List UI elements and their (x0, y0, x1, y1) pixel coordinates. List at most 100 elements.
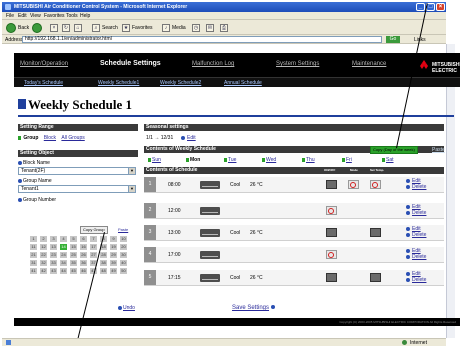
group-number-cell[interactable]: 19 (110, 244, 117, 250)
history-icon[interactable]: ◷ (192, 24, 200, 32)
forward-arrow-icon[interactable] (32, 23, 42, 33)
group-number-cell[interactable]: 13 (50, 244, 57, 250)
media-icon[interactable]: ♪ (162, 24, 170, 32)
address-input[interactable]: http://192.168.1.1/en/administrator.html (22, 36, 382, 43)
media-label[interactable]: Media (172, 25, 186, 31)
group-number-cell[interactable]: 28 (100, 252, 107, 258)
tab-annual-schedule[interactable]: Annual Schedule (224, 80, 262, 86)
group-number-cell[interactable]: 39 (110, 260, 117, 266)
group-number-cell[interactable]: 49 (110, 268, 117, 274)
group-number-cell[interactable]: 41 (30, 268, 37, 274)
group-number-cell[interactable]: 23 (50, 252, 57, 258)
group-number-cell[interactable]: 32 (40, 260, 47, 266)
group-number-cell[interactable]: 33 (50, 260, 57, 266)
group-number-cell[interactable]: 40 (120, 260, 127, 266)
nav-maintenance[interactable]: Maintenance (352, 61, 386, 67)
search-label[interactable]: Search (102, 25, 118, 31)
chevron-down-icon[interactable]: ▼ (128, 168, 135, 174)
group-number-cell[interactable]: 22 (40, 252, 47, 258)
group-number-cell[interactable]: 43 (50, 268, 57, 274)
group-number-cell[interactable]: 24 (60, 252, 67, 258)
tab-thu[interactable]: Thu (302, 157, 315, 163)
group-number-cell[interactable]: 16 (80, 244, 87, 250)
range-group[interactable]: Group (23, 135, 38, 141)
tab-weekly-schedule2[interactable]: Weekly Schedule2 (160, 80, 201, 86)
group-number-cell[interactable]: 14 (60, 244, 67, 250)
group-number-cell[interactable]: 26 (80, 252, 87, 258)
tab-fri[interactable]: Fri (342, 157, 352, 163)
nav-schedule-settings[interactable]: Schedule Settings (100, 60, 161, 67)
group-number-cell[interactable]: 6 (80, 236, 87, 242)
delete-link[interactable]: Delete (412, 232, 426, 238)
group-name-select[interactable]: Tenant1 ▼ (18, 185, 136, 193)
favorites-label[interactable]: Favorites (132, 25, 153, 31)
group-number-cell[interactable]: 21 (30, 252, 37, 258)
paste-day-link[interactable]: Paste (432, 147, 445, 153)
group-number-cell[interactable]: 12 (40, 244, 47, 250)
tab-wed[interactable]: Wed (262, 157, 276, 163)
group-number-cell[interactable]: 9 (110, 236, 117, 242)
copy-day-button[interactable]: Copy (Day of the week) (370, 146, 418, 154)
group-number-cell[interactable]: 1 (30, 236, 37, 242)
group-number-cell[interactable]: 11 (30, 244, 37, 250)
group-number-cell[interactable]: 30 (120, 252, 127, 258)
stop-icon[interactable]: × (50, 24, 58, 32)
page-scrollbar[interactable] (446, 44, 455, 338)
group-number-cell[interactable]: 31 (30, 260, 37, 266)
group-number-cell[interactable]: 50 (120, 268, 127, 274)
group-number-cell[interactable]: 34 (60, 260, 67, 266)
tab-sat[interactable]: Sat (382, 157, 394, 163)
group-number-cell[interactable]: 48 (100, 268, 107, 274)
tab-todays-schedule[interactable]: Today's Schedule (24, 80, 63, 86)
nav-monitor-operation[interactable]: Monitor/Operation (20, 61, 68, 67)
group-number-cell[interactable]: 5 (70, 236, 77, 242)
menu-tools[interactable]: Tools (66, 13, 78, 19)
range-all-groups[interactable]: All Groups (61, 135, 84, 141)
group-number-cell[interactable]: 29 (110, 252, 117, 258)
seasonal-edit-link[interactable]: Edit (187, 135, 196, 141)
nav-malfunction-log[interactable]: Malfunction Log (192, 61, 234, 67)
back-label[interactable]: Back (18, 25, 29, 31)
group-number-cell[interactable]: 25 (70, 252, 77, 258)
go-button[interactable]: Go (386, 36, 400, 43)
group-number-cell[interactable]: 42 (40, 268, 47, 274)
group-number-cell[interactable]: 44 (60, 268, 67, 274)
group-number-cell[interactable]: 10 (120, 236, 127, 242)
group-number-cell[interactable]: 35 (70, 260, 77, 266)
group-number-cell[interactable]: 20 (120, 244, 127, 250)
delete-link[interactable]: Delete (412, 184, 426, 190)
block-name-select[interactable]: Tenant(2F) ▼ (18, 167, 136, 175)
mail-icon[interactable]: ✉ (206, 24, 214, 32)
home-icon[interactable]: ⌂ (74, 24, 82, 32)
close-button[interactable]: × (436, 3, 445, 11)
group-number-cell[interactable]: 36 (80, 260, 87, 266)
group-number-cell[interactable]: 46 (80, 268, 87, 274)
group-number-cell[interactable]: 2 (40, 236, 47, 242)
menu-favorites[interactable]: Favorites (44, 13, 65, 19)
tab-mon[interactable]: Mon (186, 157, 200, 163)
group-number-cell[interactable]: 27 (90, 252, 97, 258)
undo-link[interactable]: Undo (123, 305, 135, 311)
favorites-star-icon[interactable]: ★ (122, 24, 130, 32)
group-number-cell[interactable]: 4 (60, 236, 67, 242)
minimize-button[interactable]: _ (416, 3, 425, 11)
tab-sun[interactable]: Sun (148, 157, 161, 163)
print-icon[interactable]: ⎙ (220, 24, 228, 32)
group-number-cell[interactable]: 15 (70, 244, 77, 250)
group-number-cell[interactable]: 3 (50, 236, 57, 242)
save-action[interactable]: Save Settings (232, 305, 276, 311)
back-arrow-icon[interactable] (6, 23, 16, 33)
group-number-cell[interactable]: 7 (90, 236, 97, 242)
menu-view[interactable]: View (30, 13, 41, 19)
delete-link[interactable]: Delete (412, 254, 426, 260)
delete-link[interactable]: Delete (412, 277, 426, 283)
menu-file[interactable]: File (6, 13, 14, 19)
nav-system-settings[interactable]: System Settings (276, 61, 319, 67)
range-block[interactable]: Block (44, 135, 56, 141)
menu-edit[interactable]: Edit (18, 13, 27, 19)
group-number-cell[interactable]: 45 (70, 268, 77, 274)
group-number-cell[interactable]: 17 (90, 244, 97, 250)
save-settings-link[interactable]: Save Settings (232, 305, 269, 311)
refresh-icon[interactable]: ↻ (62, 24, 70, 32)
delete-link[interactable]: Delete (412, 210, 426, 216)
